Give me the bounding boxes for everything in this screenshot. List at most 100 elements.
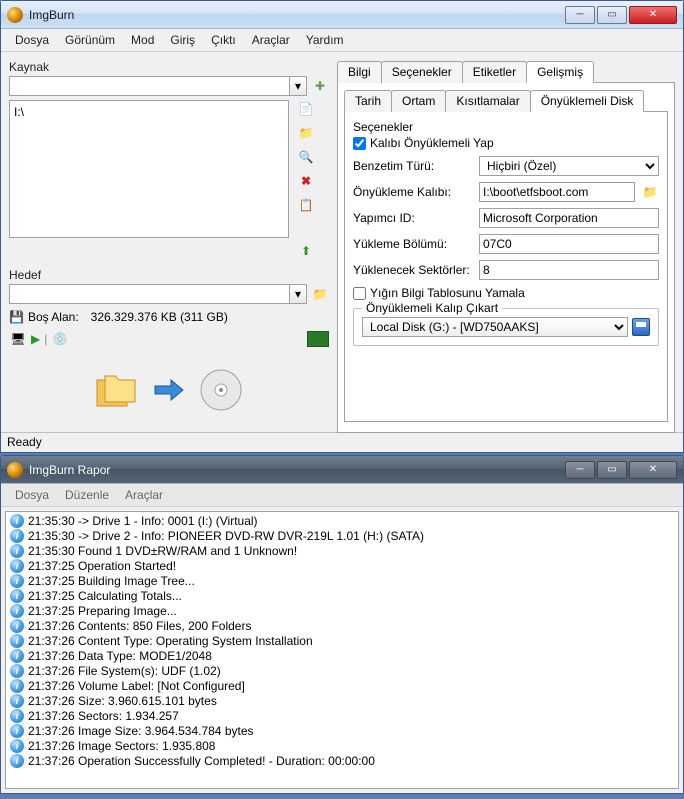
file-icon[interactable]: 📄 bbox=[297, 100, 315, 118]
titlebar[interactable]: ImgBurn ─ ▭ ✕ bbox=[1, 1, 683, 29]
extract-drive-select[interactable]: Local Disk (G:) - [WD750AAKS] bbox=[362, 317, 628, 337]
bootimage-input[interactable] bbox=[479, 182, 635, 202]
info-icon: i bbox=[10, 709, 24, 723]
tab-onyuklemeli-disk[interactable]: Önyüklemeli Disk bbox=[530, 90, 645, 112]
play-icon[interactable]: ▶ bbox=[31, 332, 40, 346]
browse-bootimage-icon[interactable]: 📁 bbox=[641, 183, 659, 201]
make-bootable-checkbox[interactable] bbox=[353, 137, 366, 150]
options-section-label: Seçenekler bbox=[353, 120, 659, 134]
app-icon bbox=[7, 7, 23, 23]
info-icon: i bbox=[10, 529, 24, 543]
device-icon[interactable]: 🖥 bbox=[9, 330, 27, 348]
log-text: 21:37:26 Contents: 850 Files, 200 Folder… bbox=[28, 619, 251, 633]
log-text: 21:37:26 Volume Label: [Not Configured] bbox=[28, 679, 245, 693]
close-button[interactable]: ✕ bbox=[629, 6, 677, 24]
arrow-icon bbox=[153, 378, 185, 402]
log-menu-duzenle[interactable]: Düzenle bbox=[57, 486, 117, 504]
info-icon: i bbox=[10, 634, 24, 648]
free-space-value: 326.329.376 KB (311 GB) bbox=[91, 310, 228, 324]
source-input[interactable] bbox=[9, 76, 289, 96]
tab-etiketler[interactable]: Etiketler bbox=[462, 61, 527, 83]
tab-kisitlamalar[interactable]: Kısıtlamalar bbox=[445, 90, 530, 112]
menu-mod[interactable]: Mod bbox=[123, 31, 162, 49]
maximize-button[interactable]: ▭ bbox=[597, 6, 627, 24]
info-icon: i bbox=[10, 574, 24, 588]
save-icon[interactable] bbox=[632, 318, 650, 336]
log-text: 21:35:30 Found 1 DVD±RW/RAM and 1 Unknow… bbox=[28, 544, 297, 558]
sub-tabs: Tarih Ortam Kısıtlamalar Önyüklemeli Dis… bbox=[344, 89, 668, 112]
log-line: i21:37:25 Building Image Tree... bbox=[10, 574, 674, 589]
log-menu-dosya[interactable]: Dosya bbox=[7, 486, 57, 504]
browse-dest-icon[interactable]: 📁 bbox=[311, 285, 329, 303]
log-text: 21:37:26 File System(s): UDF (1.02) bbox=[28, 664, 221, 678]
loadseg-label: Yükleme Bölümü: bbox=[353, 237, 473, 251]
free-space-label: Boş Alan: bbox=[28, 310, 79, 324]
log-close-button[interactable]: ✕ bbox=[629, 461, 677, 479]
info-icon: i bbox=[10, 679, 24, 693]
dest-input[interactable] bbox=[9, 284, 289, 304]
info-icon: i bbox=[10, 694, 24, 708]
log-line: i21:37:26 Content Type: Operating System… bbox=[10, 634, 674, 649]
patch-table-checkbox[interactable] bbox=[353, 287, 366, 300]
delete-icon[interactable]: ✖ bbox=[297, 172, 315, 190]
log-titlebar[interactable]: ImgBurn Rapor ─ ▭ ✕ bbox=[1, 456, 683, 484]
tab-bilgi[interactable]: Bilgi bbox=[337, 61, 382, 83]
log-line: i21:37:26 Data Type: MODE1/2048 bbox=[10, 649, 674, 664]
info-icon: i bbox=[10, 649, 24, 663]
developer-label: Yapımcı ID: bbox=[353, 211, 473, 225]
extract-group-title: Önyüklemeli Kalıp Çıkart bbox=[362, 301, 502, 315]
sectors-input[interactable] bbox=[479, 260, 659, 280]
developer-input[interactable] bbox=[479, 208, 659, 228]
source-list[interactable]: I:\ bbox=[9, 100, 289, 238]
make-bootable-label: Kalıbı Önyüklemeli Yap bbox=[370, 136, 494, 150]
extract-group: Önyüklemeli Kalıp Çıkart Local Disk (G:)… bbox=[353, 308, 659, 346]
log-text: 21:37:26 Image Size: 3.964.534.784 bytes bbox=[28, 724, 254, 738]
add-icon[interactable]: ✚ bbox=[311, 77, 329, 95]
folder-icon[interactable]: 📁 bbox=[297, 124, 315, 142]
log-minimize-button[interactable]: ─ bbox=[565, 461, 595, 479]
info-icon: i bbox=[10, 724, 24, 738]
drive-icon: 💾 bbox=[9, 310, 24, 324]
imgburn-main-window: ImgBurn ─ ▭ ✕ Dosya Görünüm Mod Giriş Çı… bbox=[0, 0, 684, 453]
disc-icon[interactable]: 💿 bbox=[51, 330, 69, 348]
tab-ortam[interactable]: Ortam bbox=[391, 90, 446, 112]
menu-dosya[interactable]: Dosya bbox=[7, 31, 57, 49]
log-line: i21:37:25 Preparing Image... bbox=[10, 604, 674, 619]
menu-giris[interactable]: Giriş bbox=[162, 31, 203, 49]
dest-dropdown-toggle[interactable]: ▾ bbox=[289, 284, 307, 304]
source-dropdown-toggle[interactable]: ▾ bbox=[289, 76, 307, 96]
minimize-button[interactable]: ─ bbox=[565, 6, 595, 24]
tab-secenekler[interactable]: Seçenekler bbox=[381, 61, 463, 83]
log-text: 21:37:26 Size: 3.960.615.101 bytes bbox=[28, 694, 217, 708]
info-icon: i bbox=[10, 754, 24, 768]
log-text: 21:37:26 Sectors: 1.934.257 bbox=[28, 709, 179, 723]
tab-tarih[interactable]: Tarih bbox=[344, 90, 392, 112]
info-icon: i bbox=[10, 544, 24, 558]
log-line: i 21:37:26 Sectors: 1.934.257 bbox=[10, 709, 674, 724]
menu-gorunum[interactable]: Görünüm bbox=[57, 31, 123, 49]
up-arrow-icon[interactable]: ⬆ bbox=[297, 242, 315, 260]
menu-cikti[interactable]: Çıktı bbox=[203, 31, 244, 49]
menu-yardim[interactable]: Yardım bbox=[298, 31, 352, 49]
log-window-title: ImgBurn Rapor bbox=[29, 463, 563, 477]
patch-table-label: Yığın Bilgi Tablosunu Yamala bbox=[370, 286, 525, 300]
loadseg-input[interactable] bbox=[479, 234, 659, 254]
emulation-select[interactable]: Hiçbiri (Özel) bbox=[479, 156, 659, 176]
search-folder-icon[interactable]: 🔍 bbox=[297, 148, 315, 166]
info-icon: i bbox=[10, 514, 24, 528]
log-text: 21:37:25 Operation Started! bbox=[28, 559, 176, 573]
folders-icon bbox=[93, 366, 141, 414]
log-text: 21:37:25 Calculating Totals... bbox=[28, 589, 182, 603]
status-bar: Ready bbox=[1, 432, 683, 452]
dest-label: Hedef bbox=[9, 268, 329, 282]
clipboard-icon[interactable]: 📋 bbox=[297, 196, 315, 214]
log-maximize-button[interactable]: ▭ bbox=[597, 461, 627, 479]
tab-gelismis[interactable]: Gelişmiş bbox=[526, 61, 594, 83]
log-line: i21:37:26 Image Sectors: 1.935.808 bbox=[10, 739, 674, 754]
window-title: ImgBurn bbox=[29, 8, 563, 22]
info-icon: i bbox=[10, 604, 24, 618]
log-menu-araclar[interactable]: Araçlar bbox=[117, 486, 171, 504]
calculator-icon[interactable] bbox=[307, 331, 329, 347]
log-area[interactable]: i21:35:30 -> Drive 1 - Info: 0001 (I:) (… bbox=[5, 511, 679, 789]
menu-araclar[interactable]: Araçlar bbox=[244, 31, 298, 49]
